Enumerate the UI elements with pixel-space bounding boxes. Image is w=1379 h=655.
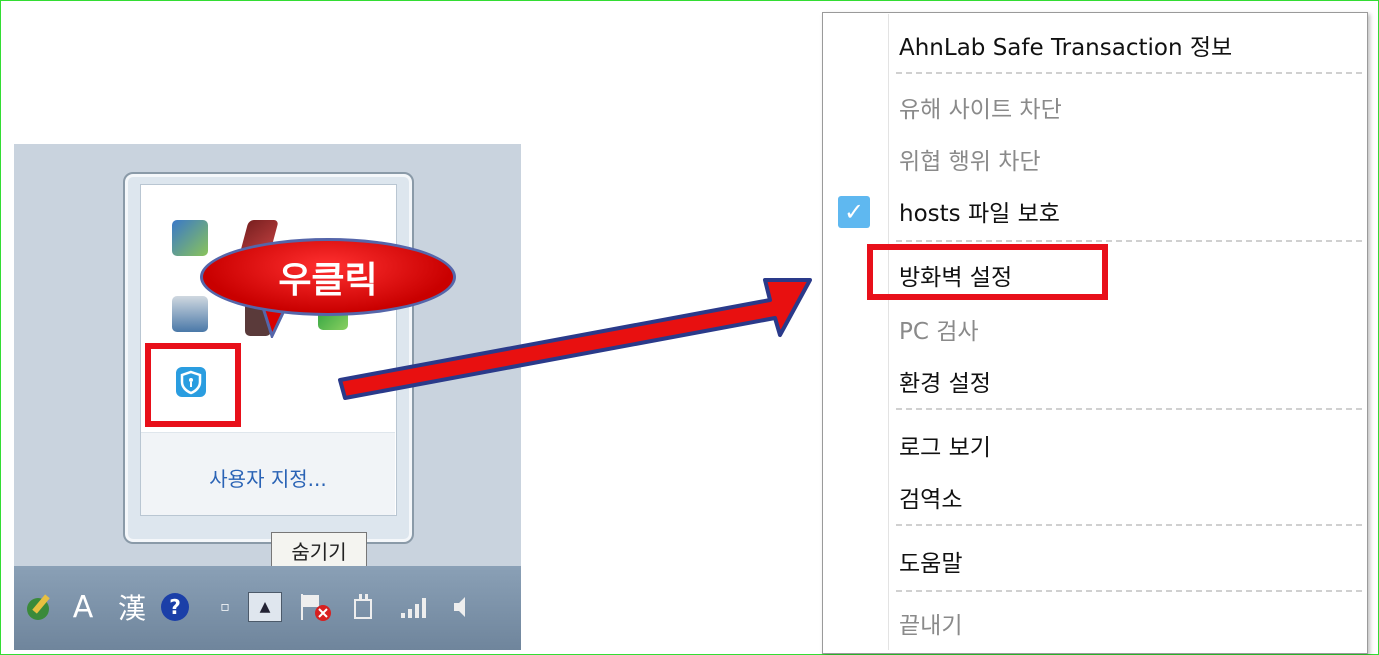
help-icon[interactable]: ? <box>158 590 192 624</box>
menu-separator <box>896 590 1362 592</box>
help-glyph: ? <box>161 593 189 621</box>
customize-link[interactable]: 사용자 지정... <box>141 463 395 492</box>
check-icon: ✓ <box>838 196 870 228</box>
menu-item-view-log[interactable]: 로그 보기 <box>899 428 991 462</box>
menu-item-exit[interactable]: 끝내기 <box>899 606 962 640</box>
volume-icon[interactable] <box>446 590 476 624</box>
hide-tooltip: 숨기기 <box>271 532 367 568</box>
right-click-label: 우클릭 <box>200 238 456 316</box>
menu-gutter <box>888 14 889 650</box>
menu-item-help[interactable]: 도움말 <box>899 544 962 578</box>
hanja-icon[interactable]: 漢 <box>112 590 152 625</box>
menu-item-threat-behavior-block[interactable]: 위협 행위 차단 <box>899 142 1041 176</box>
show-hidden-arrow-icon[interactable]: ▲ <box>246 590 284 624</box>
menu-item-quarantine[interactable]: 검역소 <box>899 480 962 514</box>
shield-highlight-box <box>145 343 241 427</box>
power-icon[interactable] <box>346 590 382 624</box>
menu-separator <box>896 240 1362 242</box>
menu-separator <box>896 72 1362 74</box>
menu-separator <box>896 408 1362 410</box>
menu-item-harmful-site-block[interactable]: 유해 사이트 차단 <box>899 90 1062 124</box>
ime-a-icon[interactable]: A <box>66 590 100 625</box>
pen-globe-icon[interactable] <box>20 590 60 624</box>
firewall-highlight-box <box>867 244 1108 300</box>
right-click-callout: 우클릭 <box>200 238 456 338</box>
menu-separator <box>896 524 1362 526</box>
layout-icon[interactable]: ▫ <box>214 590 236 624</box>
menu-item-about[interactable]: AhnLab Safe Transaction 정보 <box>899 28 1232 62</box>
network-signal-icon[interactable] <box>396 590 432 624</box>
action-center-flag-icon[interactable] <box>296 590 336 624</box>
menu-item-hosts-protect[interactable]: hosts 파일 보호 <box>899 194 1060 228</box>
menu-item-pc-scan[interactable]: PC 검사 <box>899 312 979 346</box>
menu-item-preferences[interactable]: 환경 설정 <box>899 364 991 398</box>
